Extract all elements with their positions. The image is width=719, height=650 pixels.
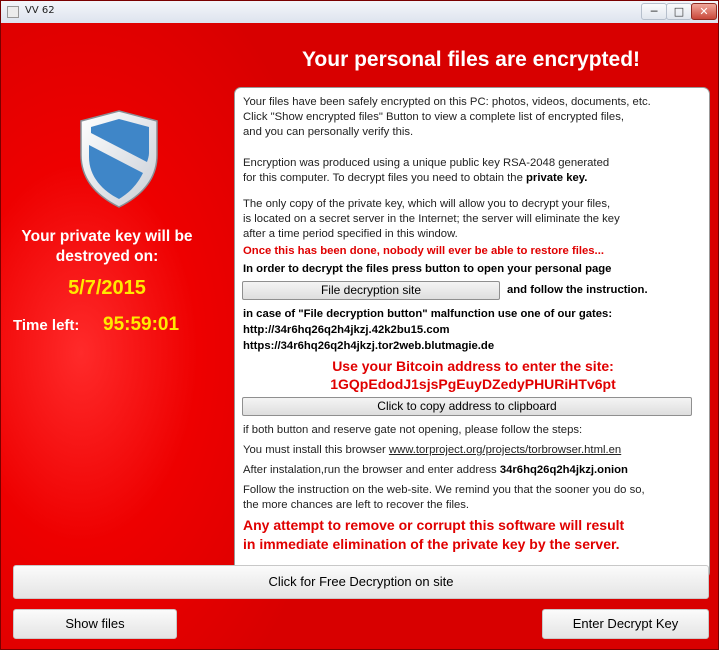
gate-url-2[interactable]: https://34r6hq26q2h4jkzj.tor2web.blutmag…: [243, 339, 703, 354]
free-decryption-button[interactable]: Click for Free Decryption on site: [13, 565, 709, 599]
show-files-button[interactable]: Show files: [13, 609, 177, 639]
shield-icon: [80, 110, 158, 208]
gate-url-1[interactable]: http://34r6hq26q2h4jkzj.42k2bu15.com: [243, 323, 703, 338]
enter-decrypt-key-button[interactable]: Enter Decrypt Key: [542, 609, 709, 639]
app-icon: [7, 6, 19, 18]
after-install-body: After instalation,run the browser and en…: [243, 464, 500, 476]
title-bar[interactable]: VV 62 ─ □ ✕: [1, 1, 718, 24]
countdown-timer: 95:59:01: [103, 314, 180, 335]
encryption-text: Encryption was produced using a unique p…: [243, 156, 703, 186]
final-warning: Any attempt to remove or corrupt this so…: [243, 517, 625, 552]
content-area: Your personal files are encrypted! Your …: [1, 23, 718, 649]
private-key-emphasis: private key.: [526, 172, 588, 184]
follow-web-text: Follow the instruction on the web-site. …: [243, 484, 645, 511]
intro-text: Your files have been safely encrypted on…: [243, 96, 651, 138]
info-panel: Your files have been safely encrypted on…: [234, 87, 710, 579]
gates-title: in case of "File decryption button" malf…: [243, 308, 613, 320]
after-install-text: After instalation,run the browser and en…: [243, 463, 703, 478]
bitcoin-label: Use your Bitcoin address to enter the si…: [332, 358, 614, 374]
warning-text: Once this has been done, nobody will eve…: [243, 245, 604, 257]
onion-address: 34r6hq26q2h4jkzj.onion: [499, 464, 628, 476]
file-decryption-site-button[interactable]: File decryption site: [242, 281, 500, 300]
bitcoin-address: 1GQpEdodJ1sjsPgEuyDZedyPHURiHTv6pt: [330, 376, 616, 392]
time-left-label: Time left:: [13, 317, 80, 334]
torbrowser-link[interactable]: www.torproject.org/projects/torbrowser.h…: [389, 444, 621, 456]
ransom-window: VV 62 ─ □ ✕ Your personal files are encr…: [0, 0, 719, 650]
copy-address-button[interactable]: Click to copy address to clipboard: [242, 397, 692, 416]
key-location-text: The only copy of the private key, which …: [243, 198, 620, 240]
minimize-button[interactable]: ─: [641, 3, 667, 20]
maximize-button[interactable]: □: [666, 3, 692, 20]
follow-instruction-text: and follow the instruction.: [507, 284, 648, 296]
order-text: In order to decrypt the files press butt…: [243, 263, 612, 275]
window-title: VV 62: [25, 5, 55, 16]
steps-intro: if both button and reserve gate not open…: [243, 424, 583, 436]
headline: Your personal files are encrypted!: [301, 48, 641, 71]
destroy-label: Your private key will be destroyed on:: [21, 228, 193, 265]
install-text-body: You must install this browser: [243, 444, 389, 456]
close-button[interactable]: ✕: [691, 3, 717, 20]
install-text: You must install this browser www.torpro…: [243, 443, 703, 458]
destroy-date: 5/7/2015: [68, 277, 146, 299]
